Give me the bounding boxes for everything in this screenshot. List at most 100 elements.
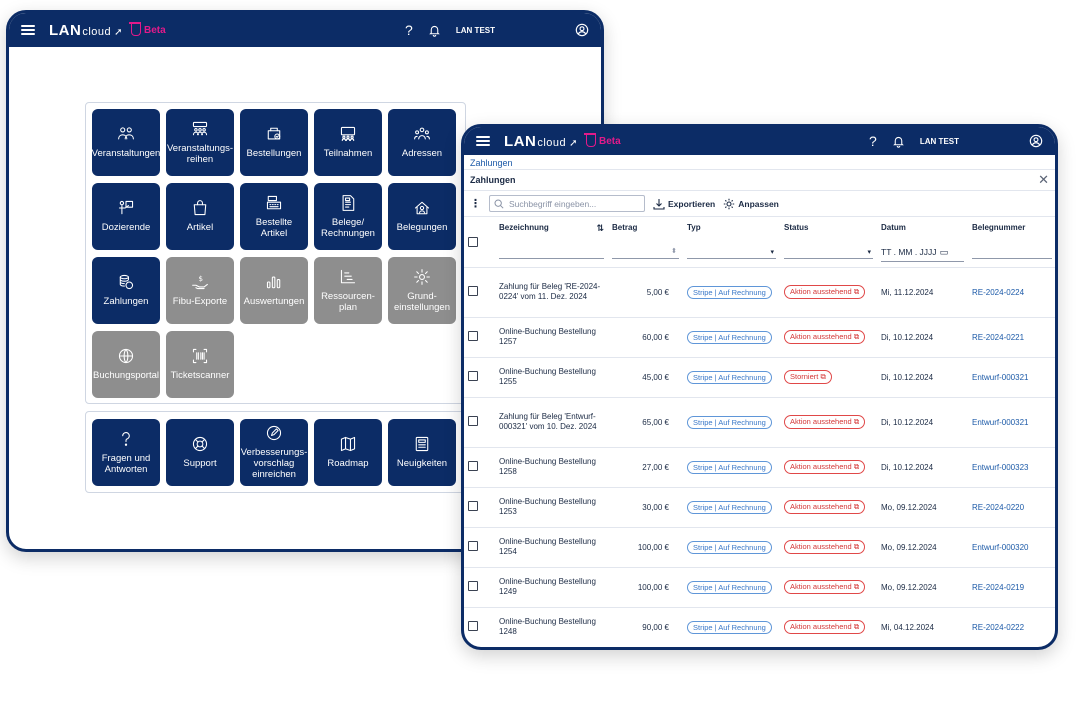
tile-bestellte-artikel[interactable]: Bestellte Artikel (240, 183, 308, 250)
row-checkbox[interactable] (468, 621, 478, 631)
tile-ressourcen-plan[interactable]: Ressourcen-plan (314, 257, 382, 324)
filter-betrag[interactable]: ⬍ (612, 247, 679, 259)
sort-icon[interactable]: ⇅ (596, 223, 604, 234)
filter-bezeichnung[interactable] (499, 247, 604, 259)
cell-belegnummer[interactable]: RE-2024-0220 (968, 487, 1055, 528)
cell-belegnummer[interactable]: Entwurf-000321 (968, 357, 1055, 398)
col-belegnummer[interactable]: Belegnummer (968, 217, 1055, 268)
row-checkbox[interactable] (468, 286, 478, 296)
cell-belegnummer[interactable]: RE-2024-0219 (968, 567, 1055, 608)
chevron-down-icon: ▾ (867, 248, 871, 256)
tile-ticketscanner[interactable]: Ticketscanner (166, 331, 234, 398)
tile-teilnahmen[interactable]: Teilnahmen (314, 109, 382, 176)
table-row[interactable]: Zahlung für Beleg 'RE-2024-0224' vom 11.… (464, 267, 1055, 318)
menu-icon[interactable] (476, 136, 490, 146)
tile-bestellungen[interactable]: Bestellungen (240, 109, 308, 176)
logo[interactable]: LAN cloud ➚ (49, 22, 123, 39)
status-badge[interactable]: Aktion ausstehend ⧉ (784, 540, 866, 554)
customize-button[interactable]: Anpassen (723, 198, 779, 210)
row-checkbox[interactable] (468, 331, 478, 341)
cell-betrag: 5,00 € (608, 267, 683, 318)
row-checkbox[interactable] (468, 416, 478, 426)
filter-datum[interactable]: TT . MM . JJJJ ▭ (881, 247, 964, 262)
help-tile-verbesserungs-vorschlag-einreichen[interactable]: Verbesserungs- vorschlag einreichen (240, 419, 308, 486)
col-typ[interactable]: Typ ▾ (683, 217, 780, 268)
cell-belegnummer[interactable]: RE-2024-0222 (968, 607, 1055, 647)
calendar-icon[interactable]: ▭ (940, 247, 949, 257)
table-row[interactable]: Online-Buchung Bestellung 1249 100,00 € St… (464, 567, 1055, 608)
tile-belege-rechnungen[interactable]: Belege/ Rechnungen (314, 183, 382, 250)
status-badge[interactable]: Aktion ausstehend ⧉ (784, 460, 866, 474)
col-status[interactable]: Status ▾ (780, 217, 877, 268)
help-tile-support[interactable]: Support (166, 419, 234, 486)
cell-belegnummer[interactable]: Entwurf-000323 (968, 447, 1055, 488)
user-name[interactable]: LAN TEST (920, 137, 959, 146)
row-checkbox[interactable] (468, 581, 478, 591)
user-name[interactable]: LAN TEST (456, 26, 495, 35)
table-row[interactable]: Online-Buchung Bestellung 1253 30,00 € Str… (464, 487, 1055, 528)
status-badge[interactable]: Aktion ausstehend ⧉ (784, 500, 866, 514)
row-checkbox[interactable] (468, 461, 478, 471)
account-icon[interactable] (575, 23, 589, 37)
tile-artikel[interactable]: Artikel (166, 183, 234, 250)
tile-adressen[interactable]: Adressen (388, 109, 456, 176)
cell-belegnummer[interactable]: Entwurf-000320 (968, 527, 1055, 568)
tile-zahlungen[interactable]: Zahlungen (92, 257, 160, 324)
status-badge[interactable]: Aktion ausstehend ⧉ (784, 330, 866, 344)
payments-table: Bezeichnung ⇅ Betrag ⬍ Typ ▾ Status ▾ Datum T… (464, 217, 1055, 647)
cell-belegnummer[interactable]: RE-2024-0221 (968, 317, 1055, 358)
account-icon[interactable] (1029, 134, 1043, 148)
table-row[interactable]: Zahlung für Beleg 'Entwurf-000321' vom 1… (464, 397, 1055, 448)
help-icon[interactable]: ? (866, 133, 880, 149)
filter-status[interactable]: ▾ (784, 247, 873, 259)
table-row[interactable]: Online-Buchung Bestellung 1255 45,00 € Str… (464, 357, 1055, 398)
table-row[interactable]: Online-Buchung Bestellung 1254 100,00 € St… (464, 527, 1055, 568)
cell-belegnummer[interactable]: RE-2024-0224 (968, 267, 1055, 318)
help-tile-roadmap[interactable]: Roadmap (314, 419, 382, 486)
export-button[interactable]: Exportieren (653, 198, 715, 210)
status-badge[interactable]: Aktion ausstehend ⧉ (784, 620, 866, 634)
logo[interactable]: LAN cloud ➚ (504, 133, 578, 150)
col-datum[interactable]: Datum TT . MM . JJJJ ▭ (877, 217, 968, 268)
help-icon[interactable]: ? (402, 22, 416, 38)
filter-belegnummer[interactable] (972, 247, 1052, 259)
help-tile-neuigkeiten[interactable]: Neuigkeiten (388, 419, 456, 486)
tile-fibu-exporte[interactable]: $ Fibu-Exporte (166, 257, 234, 324)
tile-belegungen[interactable]: Belegungen (388, 183, 456, 250)
status-badge[interactable]: Aktion ausstehend ⧉ (784, 285, 866, 299)
search-input[interactable]: Suchbegriff eingeben... (489, 195, 645, 212)
row-checkbox[interactable] (468, 541, 478, 551)
cell-belegnummer[interactable]: Entwurf-000321 (968, 397, 1055, 448)
filter-typ[interactable]: ▾ (687, 247, 776, 259)
row-checkbox[interactable] (468, 501, 478, 511)
tile-veranstaltungs-reihen[interactable]: Veranstaltungs- reihen (166, 109, 234, 176)
cell-status: Aktion ausstehend ⧉ (780, 397, 877, 448)
close-icon[interactable]: ✕ (1038, 172, 1049, 188)
select-all-checkbox[interactable] (468, 237, 478, 247)
bell-icon[interactable] (892, 134, 906, 148)
cell-status: Aktion ausstehend ⧉ (780, 317, 877, 358)
cell-datum: Di, 10.12.2024 (877, 447, 968, 488)
more-options-icon[interactable]: ⋮ (470, 197, 481, 210)
tile-dozierende[interactable]: Dozierende (92, 183, 160, 250)
logo-sub: cloud (537, 136, 567, 149)
bell-icon[interactable] (428, 23, 442, 37)
col-betrag[interactable]: Betrag ⬍ (608, 217, 683, 268)
table-row[interactable]: Online-Buchung Bestellung 1257 60,00 € Str… (464, 317, 1055, 358)
status-badge[interactable]: Aktion ausstehend ⧉ (784, 415, 866, 429)
status-badge[interactable]: Storniert ⧉ (784, 370, 832, 384)
menu-icon[interactable] (21, 25, 35, 35)
tile-buchungsportal[interactable]: Buchungsportal (92, 331, 160, 398)
tile-label: Ticketscanner (170, 370, 230, 382)
tile-auswertungen[interactable]: Auswertungen (240, 257, 308, 324)
row-checkbox[interactable] (468, 371, 478, 381)
help-tile-fragen-und-antworten[interactable]: Fragen und Antworten (92, 419, 160, 486)
status-badge[interactable]: Aktion ausstehend ⧉ (784, 580, 866, 594)
table-row[interactable]: Online-Buchung Bestellung 1248 90,00 € Str… (464, 607, 1055, 647)
col-bezeichnung[interactable]: Bezeichnung ⇅ (495, 217, 608, 268)
breadcrumb[interactable]: Zahlungen (464, 155, 1055, 169)
tile-grund-einstellungen[interactable]: Grund- einstellungen (388, 257, 456, 324)
table-row[interactable]: Online-Buchung Bestellung 1258 27,00 € Str… (464, 447, 1055, 488)
stepper-icon[interactable]: ⬍ (671, 247, 677, 255)
tile-veranstaltungen[interactable]: Veranstaltungen (92, 109, 160, 176)
